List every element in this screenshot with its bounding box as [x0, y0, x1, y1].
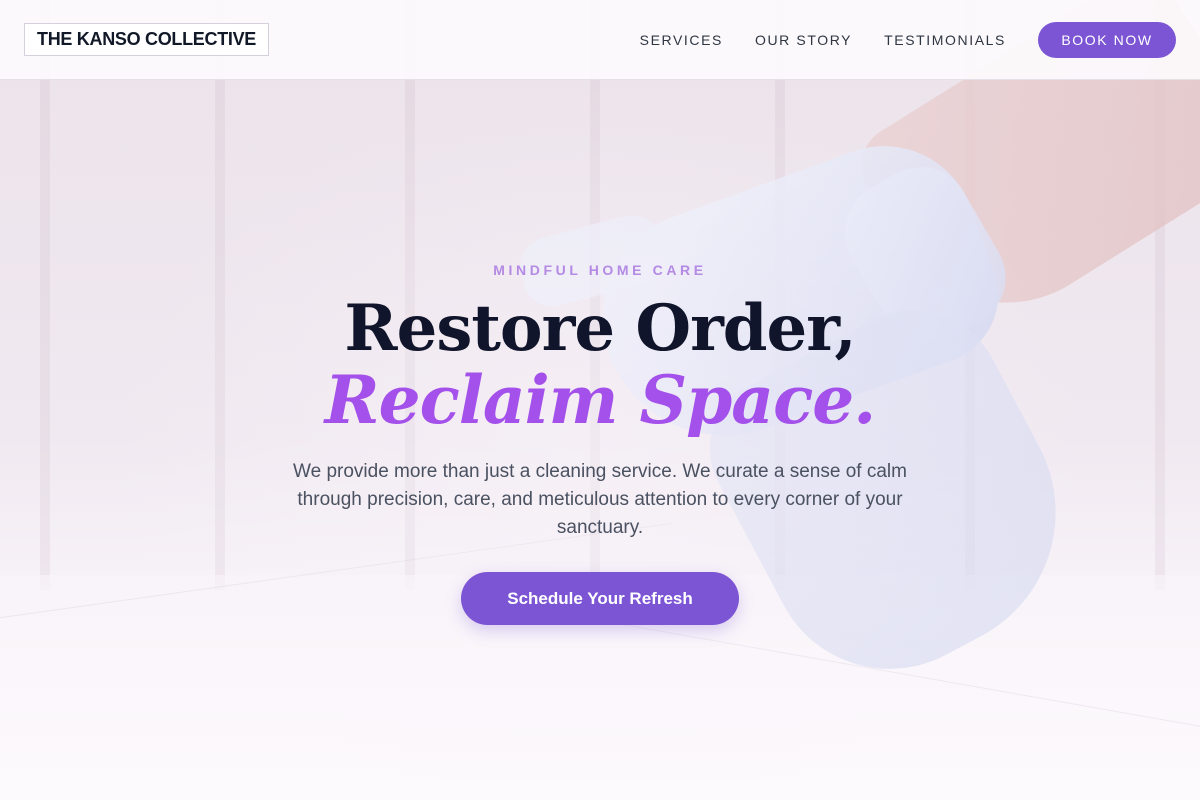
nav-link-our-story[interactable]: OUR STORY	[755, 32, 852, 48]
nav-link-testimonials[interactable]: TESTIMONIALS	[884, 32, 1006, 48]
site-logo[interactable]: THE KANSO COLLECTIVE	[24, 23, 270, 56]
schedule-refresh-button[interactable]: Schedule Your Refresh	[461, 572, 739, 625]
nav-link-services[interactable]: SERVICES	[640, 32, 723, 48]
site-header: THE KANSO COLLECTIVE SERVICES OUR STORY …	[0, 0, 1200, 80]
hero-eyebrow: MINDFUL HOME CARE	[493, 262, 707, 278]
book-now-button[interactable]: BOOK NOW	[1038, 21, 1176, 58]
main-nav: SERVICES OUR STORY TESTIMONIALS BOOK NOW	[640, 21, 1176, 58]
hero-description: We provide more than just a cleaning ser…	[293, 461, 907, 538]
hero-section: MINDFUL HOME CARE Restore Order, Reclaim…	[0, 262, 1200, 625]
hero-headline-line1: Restore Order,	[344, 291, 856, 366]
hero-headline-line2: Reclaim Space.	[324, 361, 876, 439]
